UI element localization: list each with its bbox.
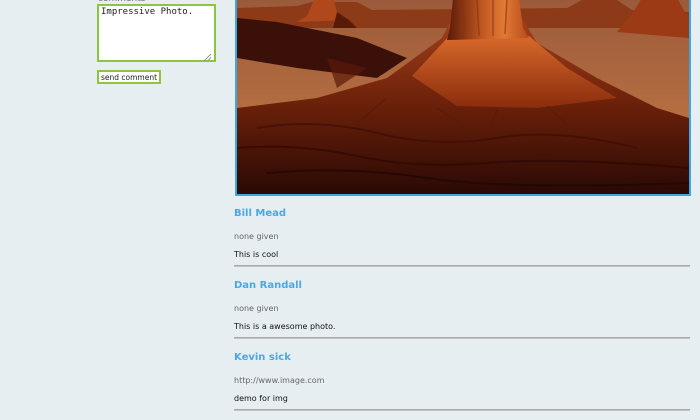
- photo-detail-page: comments send comment: [0, 0, 700, 420]
- comment-list: Bill Mead none given This is cool Dan Ra…: [234, 198, 690, 414]
- comment-author: Kevin sick: [234, 352, 291, 363]
- comment-divider: [234, 337, 690, 339]
- comment-item: Kevin sick http://www.image.com demo for…: [234, 342, 690, 414]
- comment-text: This is cool: [234, 250, 279, 259]
- desert-butte-photo-icon: [237, 0, 689, 194]
- comment-textarea[interactable]: [97, 4, 216, 62]
- comment-author: Dan Randall: [234, 280, 302, 291]
- send-comment-button[interactable]: send comment: [97, 70, 161, 84]
- comment-author: Bill Mead: [234, 208, 287, 219]
- comment-text: demo for img: [234, 394, 288, 403]
- comment-item: Bill Mead none given This is cool: [234, 198, 690, 270]
- comment-website: none given: [234, 232, 279, 241]
- comment-item: Dan Randall none given This is a awesome…: [234, 270, 690, 342]
- comment-website: http://www.image.com: [234, 376, 325, 385]
- comment-divider: [234, 409, 690, 411]
- comment-website: none given: [234, 304, 279, 313]
- comment-divider: [234, 265, 690, 267]
- photo: [235, 0, 691, 196]
- comment-text: This is a awesome photo.: [234, 322, 336, 331]
